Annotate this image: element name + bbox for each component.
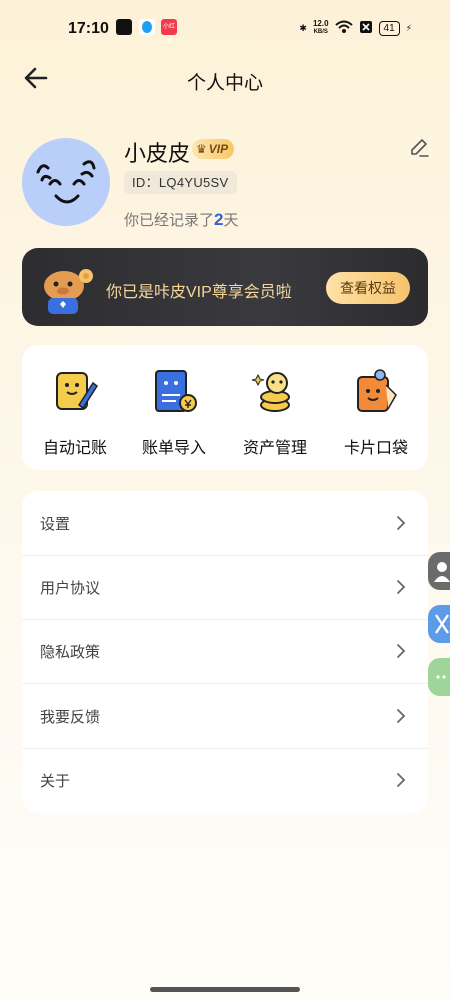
qq-icon	[139, 19, 155, 35]
quick-action-card-pocket[interactable]: 卡片口袋	[326, 365, 426, 458]
chevron-right-icon	[397, 580, 406, 594]
net-speed-value: 12.0	[312, 19, 329, 28]
chevron-right-icon	[397, 773, 406, 787]
menu-item-label: 我要反馈	[40, 709, 101, 726]
person-icon	[434, 562, 450, 582]
quick-action-bill-import[interactable]: 账单导入	[124, 365, 224, 458]
vip-banner[interactable]: 你已是咔皮VIP尊享会员啦 查看权益	[22, 248, 428, 326]
charging-icon: ⚡	[405, 22, 412, 33]
days-suffix: 天	[223, 212, 239, 229]
record-days: 你已经记录了2天	[124, 209, 239, 230]
bill-import-icon	[155, 370, 197, 412]
quick-action-label: 账单导入	[141, 440, 206, 457]
menu-item-feedback[interactable]: 我要反馈	[22, 684, 428, 749]
vip-badge-label: VIP	[208, 142, 229, 156]
sim-icon	[359, 20, 373, 36]
card-pocket-icon	[357, 369, 397, 412]
menu-item-privacy-policy[interactable]: 隐私政策	[22, 619, 428, 684]
home-indicator[interactable]	[150, 987, 300, 992]
scissors-icon	[435, 614, 449, 634]
days-prefix: 你已经记录了	[124, 212, 215, 229]
vip-badge: ♛ VIP	[192, 139, 235, 159]
tiktok-icon	[116, 19, 132, 35]
wifi-icon	[334, 20, 353, 36]
floating-chat-widget[interactable]	[428, 658, 450, 696]
chevron-right-icon	[397, 709, 406, 723]
top-nav: 个人中心	[0, 56, 450, 100]
notebook-pen-icon	[56, 372, 99, 410]
view-benefits-button[interactable]: 查看权益	[326, 272, 410, 304]
chevron-right-icon	[397, 516, 406, 530]
menu-item-label: 用户协议	[40, 580, 101, 597]
menu-item-settings[interactable]: 设置	[22, 491, 428, 556]
page-title: 个人中心	[186, 73, 263, 94]
nickname: 小皮皮	[124, 141, 191, 166]
coins-stack-icon	[251, 372, 290, 412]
chat-dots-icon	[436, 675, 446, 679]
menu-item-label: 隐私政策	[40, 644, 101, 661]
menu-item-about[interactable]: 关于	[22, 748, 428, 812]
net-speed-unit: KB/S	[313, 29, 328, 35]
capybara-mascot-icon	[44, 269, 93, 314]
quick-action-label: 资产管理	[242, 440, 307, 457]
quick-action-asset-management[interactable]: 资产管理	[225, 365, 325, 458]
status-bar: 17:10 小红书 ✱ 12.0 KB/S 41 ⚡	[0, 0, 450, 56]
floating-user-widget[interactable]	[428, 552, 450, 590]
menu-item-label: 关于	[40, 773, 71, 790]
user-id-tag: ID：LQ4YU5SV	[124, 171, 237, 194]
avatar[interactable]	[22, 138, 110, 226]
floating-tool-widget[interactable]	[428, 605, 450, 643]
edit-pencil-icon[interactable]	[408, 137, 430, 159]
settings-menu: 设置 用户协议 隐私政策 我要反馈 关于	[22, 491, 428, 813]
quick-action-auto-bookkeeping[interactable]: 自动记账	[25, 365, 125, 458]
vip-banner-text: 你已是咔皮VIP尊享会员啦	[106, 284, 292, 301]
status-right: ✱ 12.0 KB/S 41 ⚡	[299, 18, 412, 38]
net-speed: 12.0 KB/S	[313, 20, 329, 36]
quick-actions-card: 自动记账 账单导入 资产管理 卡片口袋	[22, 345, 428, 470]
bluetooth-icon: ✱	[299, 22, 307, 33]
battery-indicator: 41	[378, 20, 400, 36]
menu-item-user-agreement[interactable]: 用户协议	[22, 555, 428, 620]
redbook-icon: 小红书	[161, 19, 177, 46]
crown-icon: ♛	[196, 142, 207, 156]
menu-item-label: 设置	[40, 516, 71, 533]
quick-action-label: 自动记账	[42, 440, 107, 457]
chevron-right-icon	[397, 644, 406, 658]
quick-action-label: 卡片口袋	[343, 440, 408, 457]
status-time: 17:10	[68, 20, 109, 37]
